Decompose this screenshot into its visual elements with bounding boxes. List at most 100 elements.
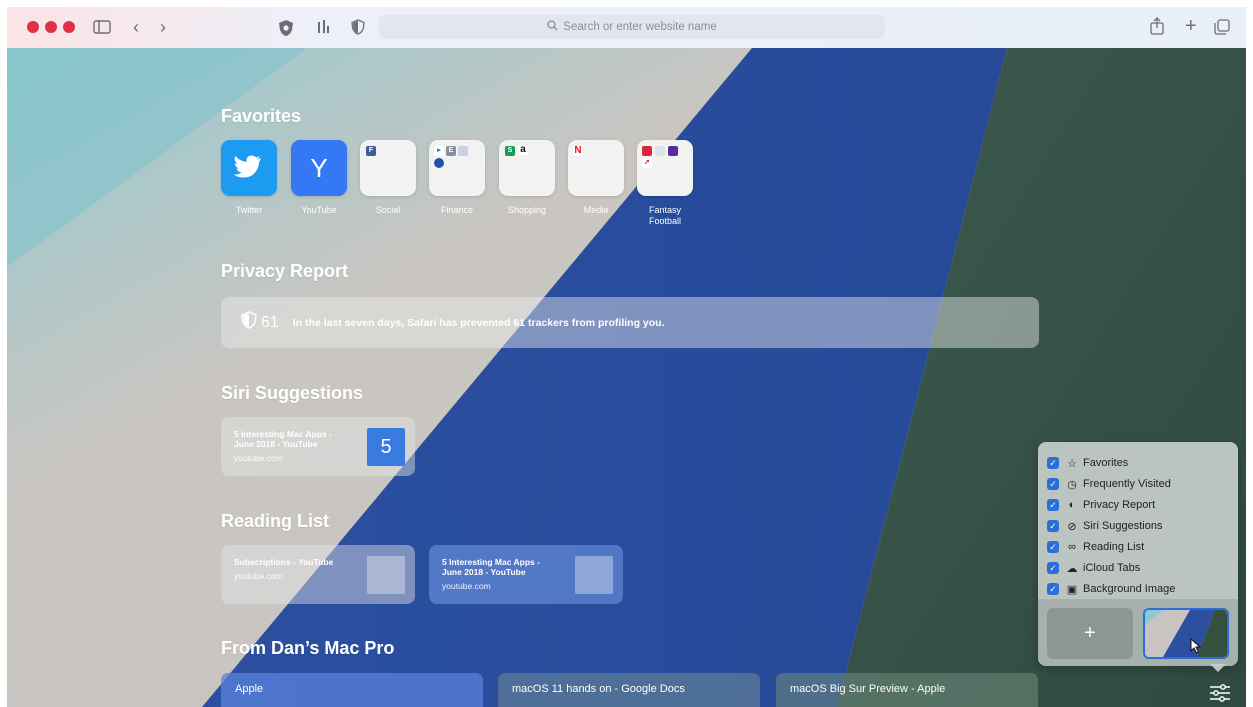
share-icon[interactable] [1150, 17, 1164, 38]
icloud-tab[interactable]: Apple [221, 673, 483, 707]
add-background-button[interactable]: + [1047, 608, 1133, 659]
checkbox-checked[interactable]: ✓ [1047, 541, 1059, 553]
cloud-icon: ☁ [1066, 562, 1078, 575]
privacy-report-card[interactable]: 61 In the last seven days, Safari has pr… [221, 297, 1039, 348]
siri-suggestions-heading: Siri Suggestions [221, 383, 364, 403]
option-privacy-report[interactable]: ✓ ◐ Privacy Report [1047, 496, 1155, 514]
forward-icon[interactable]: › [160, 18, 166, 36]
reading-item-thumbnail [575, 556, 613, 594]
new-tab-icon[interactable]: + [1185, 16, 1197, 36]
toolbar: ‹ › Search or enter website name + [7, 7, 1246, 48]
favorite-youtube[interactable]: Y YouTube [291, 140, 347, 216]
reading-list-item[interactable]: Subscriptions - YouTube youtube.com [221, 545, 415, 604]
favorite-label: Social [375, 205, 401, 215]
favorite-twitter[interactable]: Twitter [221, 140, 277, 216]
media-folder-tile: N [568, 140, 624, 196]
reading-list-item[interactable]: 5 Interesting Mac Apps - June 2018 - You… [429, 545, 623, 604]
option-label: Favorites [1083, 457, 1129, 469]
favorite-fantasy-football-folder[interactable]: ➚ Fantasy Football [637, 140, 693, 227]
favorite-media-folder[interactable]: N Media [568, 140, 624, 216]
option-frequently-visited[interactable]: ✓ ◷ Frequently Visited [1047, 475, 1171, 493]
checkbox-checked[interactable]: ✓ [1047, 499, 1059, 511]
option-label: Privacy Report [1083, 499, 1156, 511]
checkbox-checked[interactable]: ✓ [1047, 478, 1059, 490]
twitter-tile [221, 140, 277, 196]
reading-list-heading: Reading List [221, 511, 330, 531]
privacy-shield-icon[interactable] [351, 19, 365, 38]
tracker-count: 61 [261, 313, 279, 331]
start-page: Favorites Twitter Y YouTube F Social ▸ E [221, 7, 1051, 707]
compass-icon: ⊘ [1067, 520, 1077, 533]
option-label: Background Image [1083, 583, 1176, 595]
privacy-message: In the last seven days, Safari has preve… [292, 316, 665, 329]
shield-icon: ◐ [1068, 499, 1076, 511]
minimize-window-button[interactable] [45, 21, 57, 33]
customize-settings-icon[interactable] [1209, 683, 1231, 707]
favorite-label: YouTube [301, 205, 337, 215]
football-mini-icon: ➚ [642, 158, 652, 168]
address-bar[interactable]: Search or enter website name [379, 15, 885, 39]
finance-folder-tile: ▸ E [429, 140, 485, 196]
background-picker: + [1038, 599, 1238, 666]
reading-item-title: 5 Interesting Mac Apps - June 2018 - You… [442, 557, 540, 577]
option-favorites[interactable]: ✓ ☆ Favorites [1047, 454, 1128, 472]
favorite-social-folder[interactable]: F Social [360, 140, 416, 216]
shield-extension-icon[interactable] [278, 19, 294, 40]
option-siri-suggestions[interactable]: ✓ ⊘ Siri Suggestions [1047, 517, 1163, 535]
siri-suggestion-card[interactable]: 5 Interesting Mac Apps - June 2018 - You… [221, 417, 415, 476]
favorite-label: Shopping [507, 205, 547, 215]
background-thumbnail-selected[interactable] [1143, 608, 1229, 659]
reading-item-title: Subscriptions - YouTube [234, 557, 334, 567]
icloud-tabs-heading: From Dan’s Mac Pro [221, 638, 395, 658]
favorite-label: Media [583, 205, 609, 215]
favorites-heading: Favorites [221, 106, 302, 126]
finance-mini-icon-2: E [446, 146, 456, 156]
finance-mini-icon-1: ▸ [434, 146, 444, 156]
option-label: iCloud Tabs [1083, 562, 1141, 574]
favorite-shopping-folder[interactable]: S a Shopping [499, 140, 555, 216]
zoom-window-button[interactable] [63, 21, 75, 33]
suggestion-title: 5 Interesting Mac Apps - June 2018 - You… [234, 429, 332, 449]
reading-item-thumbnail [367, 556, 405, 594]
finance-mini-icon-4 [434, 158, 444, 168]
search-icon [547, 20, 558, 34]
clock-icon: ◷ [1067, 478, 1077, 491]
favorite-finance-folder[interactable]: ▸ E Finance [429, 140, 485, 216]
option-label: Siri Suggestions [1083, 520, 1163, 532]
extension-bars-icon[interactable] [317, 19, 331, 38]
shopping-folder-tile: S a [499, 140, 555, 196]
espn-mini-icon [642, 146, 652, 156]
favorite-label: Twitter [235, 205, 263, 215]
sidebar-toggle-icon[interactable] [93, 19, 111, 38]
close-window-button[interactable] [27, 21, 39, 33]
yahoo-mini-icon [668, 146, 678, 156]
finance-mini-icon-3 [458, 146, 468, 156]
amazon-mini-icon: a [518, 145, 528, 155]
nfl-mini-icon [655, 146, 665, 156]
option-label: Reading List [1083, 541, 1145, 553]
icloud-tab[interactable]: macOS 11 hands on - Google Docs [498, 673, 760, 707]
checkbox-checked[interactable]: ✓ [1047, 583, 1059, 595]
twitter-bird-icon [233, 155, 261, 178]
option-label: Frequently Visited [1083, 478, 1171, 490]
fantasy-football-folder-tile: ➚ [637, 140, 693, 196]
favorite-label: Finance [440, 205, 474, 215]
shopping-mini-icon-1: S [505, 146, 515, 156]
social-folder-tile: F [360, 140, 416, 196]
cursor-icon [1190, 637, 1202, 659]
checkbox-checked[interactable]: ✓ [1047, 457, 1059, 469]
facebook-mini-icon: F [366, 146, 376, 156]
back-icon[interactable]: ‹ [133, 18, 139, 36]
option-reading-list[interactable]: ✓ ∞ Reading List [1047, 538, 1144, 556]
safari-window: ‹ › Search or enter website name + Favor… [7, 7, 1246, 707]
glasses-icon: ∞ [1068, 541, 1076, 553]
privacy-report-heading: Privacy Report [221, 261, 349, 281]
option-background-image[interactable]: ✓ ▣ Background Image [1047, 580, 1175, 598]
netflix-mini-icon: N [573, 145, 583, 156]
checkbox-checked[interactable]: ✓ [1047, 520, 1059, 532]
star-icon: ☆ [1067, 457, 1077, 470]
option-icloud-tabs[interactable]: ✓ ☁ iCloud Tabs [1047, 559, 1140, 577]
checkbox-checked[interactable]: ✓ [1047, 562, 1059, 574]
icloud-tab[interactable]: macOS Big Sur Preview - Apple [776, 673, 1038, 707]
tab-overview-icon[interactable] [1214, 19, 1230, 38]
